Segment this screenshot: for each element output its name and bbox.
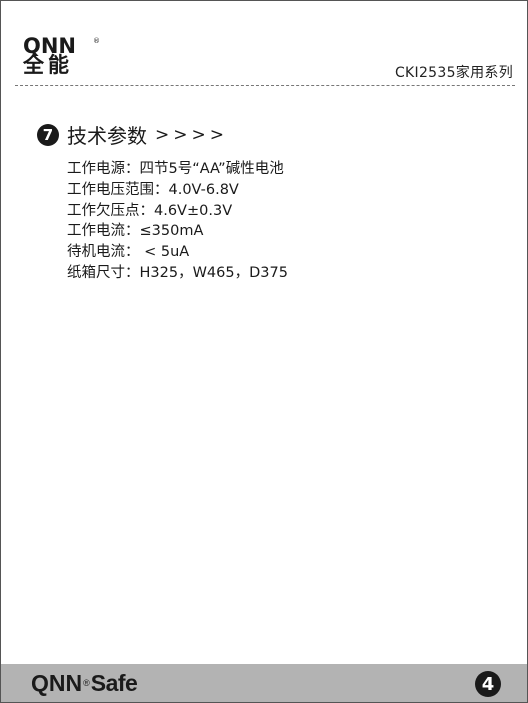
section-title: 技术参数	[67, 124, 147, 148]
spec-item: 工作电源：四节5号“AA”碱性电池	[67, 161, 284, 177]
logo-chinese-text: 全能	[23, 53, 73, 77]
spec-item: 工作电压范围：4.0V-6.8V	[67, 181, 239, 198]
spec-item: 工作电流：≤350mA	[67, 223, 204, 240]
spec-item: 纸箱尺寸：H325，W465，D375	[67, 264, 288, 281]
spec-item: 工作欠压点：4.6V±0.3V	[67, 202, 233, 219]
page-number-badge: 4	[475, 671, 501, 697]
header-divider	[15, 85, 515, 86]
section-heading: 7 技术参数 >>>>	[37, 120, 228, 149]
footer-brand-text: QNN	[31, 670, 83, 696]
page-footer: QNN ® Safe 4	[1, 664, 527, 702]
logo-registered-mark: ®	[93, 37, 100, 45]
spec-item: 待机电流： < 5uA	[67, 244, 190, 261]
section-number-badge: 7	[37, 123, 59, 146]
footer-safe-text: Safe	[90, 670, 138, 696]
manual-page: QNN ® 全能 CKI2535家用系列 7 技术参数 >>>> 工作电源：四节…	[0, 0, 528, 703]
brand-logo: QNN ® 全能	[23, 35, 103, 79]
footer-registered-mark: ®	[83, 678, 90, 688]
model-series: CKI2535家用系列	[394, 65, 513, 81]
spec-list: 工作电源：四节5号“AA”碱性电池 工作电压范围：4.0V-6.8V 工作欠压点…	[67, 159, 288, 284]
section-arrows: >>>>	[155, 124, 228, 145]
footer-brand-logo: QNN ® Safe	[31, 670, 138, 696]
